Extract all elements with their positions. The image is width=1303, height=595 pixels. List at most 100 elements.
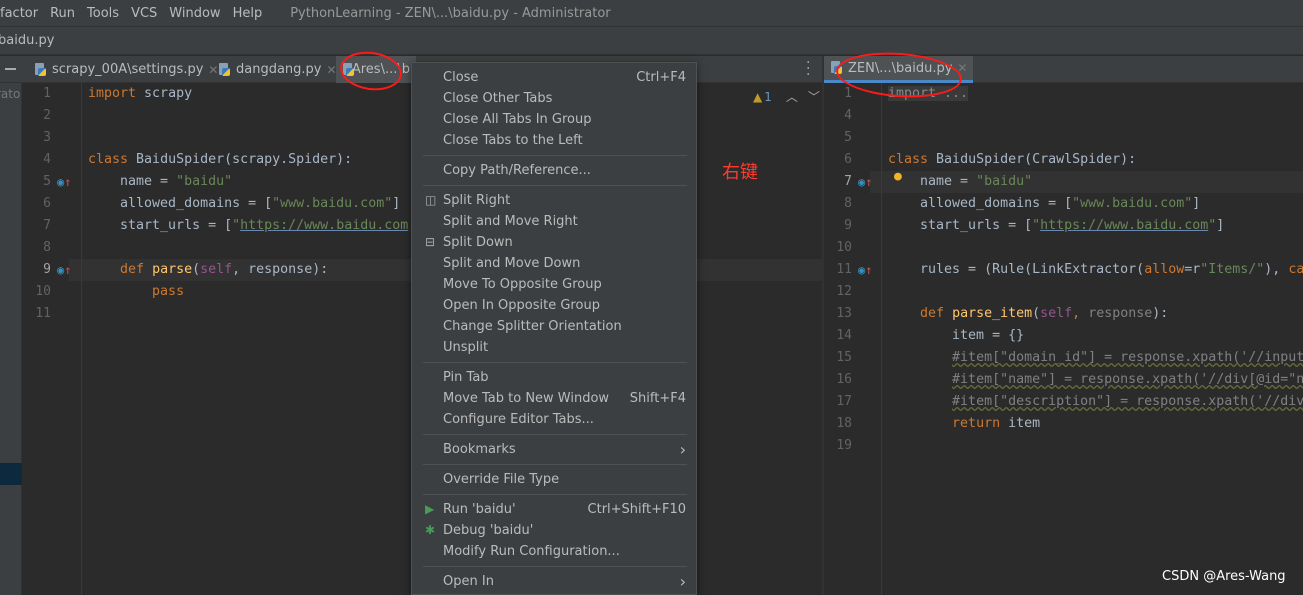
tab-label: scrapy_00A\settings.py <box>52 62 204 77</box>
code-line: rules = (Rule(LinkExtractor(allow=r"Item… <box>888 259 1303 281</box>
menu-item-label: Change Splitter Orientation <box>443 319 622 334</box>
menu-help[interactable]: Help <box>227 6 269 21</box>
menu-item-change-splitter-orientation[interactable]: Change Splitter Orientation <box>412 316 696 337</box>
menu-item-copy-path-reference[interactable]: Copy Path/Reference... <box>412 160 696 181</box>
menu-item-label: Split Down <box>443 235 513 250</box>
code-token: start_urls = [ <box>88 218 233 233</box>
code-token: return <box>952 416 1009 431</box>
split-down-icon: ⊟ <box>425 235 436 249</box>
code-token: "www.baidu.com" <box>1072 196 1193 211</box>
code-line: class BaiduSpider(CrawlSpider): <box>888 149 1136 171</box>
line-number: 18 <box>836 416 852 431</box>
previous-highlight-icon[interactable]: ︿ <box>786 88 798 105</box>
override-method-icon[interactable]: ◉↑ <box>57 175 71 189</box>
line-number: 2 <box>43 108 51 123</box>
tab-settings[interactable]: scrapy_00A\settings.py ✕ <box>28 56 224 83</box>
breadcrumb-file[interactable]: baidu.py <box>0 33 54 48</box>
menu-item-move-to-opposite-group[interactable]: Move To Opposite Group <box>412 274 696 295</box>
right-editor[interactable]: 1 import ... 4 5 6 class BaiduSpider(CrawlSpi… <box>824 83 1303 595</box>
menu-item-shortcut: Shift+F4 <box>629 391 686 406</box>
next-highlight-icon[interactable]: ﹀ <box>808 88 820 105</box>
line-number: 5 <box>844 130 852 145</box>
menu-item-unsplit[interactable]: Unsplit <box>412 337 696 358</box>
override-method-icon[interactable]: ◉↑ <box>858 175 872 189</box>
code-token: #item["domain_id"] = response.xpath('//i… <box>952 350 1303 365</box>
menu-separator <box>423 566 687 567</box>
code-token: "www.baidu.com" <box>272 196 393 211</box>
code-line: import scrapy <box>88 83 192 105</box>
annotation-text: 右键 <box>722 162 758 183</box>
menu-item-debug-baidu[interactable]: ✱ Debug 'baidu' <box>412 520 696 541</box>
menu-tools[interactable]: Tools <box>81 6 125 21</box>
override-method-icon[interactable]: ◉↑ <box>858 263 872 277</box>
menu-item-split-down[interactable]: ⊟ Split Down <box>412 232 696 253</box>
code-line: item = {} <box>888 325 1024 347</box>
menu-vcs[interactable]: VCS <box>125 6 163 21</box>
gutter-separator <box>81 83 82 595</box>
menu-item-bookmarks[interactable]: Bookmarks › <box>412 439 696 460</box>
menu-item-run-baidu[interactable]: ▶ Run 'baidu' Ctrl+Shift+F10 <box>412 499 696 520</box>
side-tool-strip: rato <box>0 83 22 595</box>
tab-dangdang[interactable]: dangdang.py ✕ <box>212 56 343 83</box>
line-number: 17 <box>836 394 852 409</box>
code-token: "Items/" <box>1200 262 1265 277</box>
code-token: =r <box>1184 262 1201 277</box>
code-token: ): <box>312 262 329 277</box>
code-line: #item["domain_id"] = response.xpath('//i… <box>888 347 1303 369</box>
code-token: , response <box>232 262 313 277</box>
menu-item-label: Open In Opposite Group <box>443 298 600 313</box>
more-options-icon[interactable]: · · · <box>806 56 812 82</box>
minimize-icon[interactable] <box>5 68 16 70</box>
override-method-icon[interactable]: ◉↑ <box>57 263 71 277</box>
warning-icon: ▲ <box>753 89 763 104</box>
menu-item-label: Open In <box>443 574 494 589</box>
line-number: 11 <box>35 306 51 321</box>
intention-bulb-icon[interactable]: ● <box>894 169 902 184</box>
line-number: 8 <box>43 240 51 255</box>
menu-item-close-other-tabs[interactable]: Close Other Tabs <box>412 88 696 109</box>
code-token: , <box>1072 306 1089 321</box>
code-token: ] <box>392 196 401 211</box>
menu-item-close-all-tabs-in-group[interactable]: Close All Tabs In Group <box>412 109 696 130</box>
code-token: def <box>920 306 953 321</box>
menu-item-override-file-type[interactable]: Override File Type <box>412 469 696 490</box>
menu-item-open-in-opposite-group[interactable]: Open In Opposite Group <box>412 295 696 316</box>
inspection-widget[interactable]: ▲ 1 ︿ ﹀ <box>753 88 820 105</box>
code-token: name = <box>88 174 177 189</box>
menu-item-open-in[interactable]: Open In › <box>412 571 696 592</box>
code-line: def parse(self, response): <box>88 259 328 281</box>
line-number: 12 <box>836 284 852 299</box>
code-token: parse_item <box>952 306 1033 321</box>
menu-run[interactable]: Run <box>44 6 81 21</box>
code-line: class BaiduSpider(scrapy.Spider): <box>88 149 352 171</box>
menu-item-split-and-move-right[interactable]: Split and Move Right <box>412 211 696 232</box>
menu-window[interactable]: Window <box>163 6 226 21</box>
code-line: return item <box>888 413 1040 435</box>
code-token: #item["name"] = response.xpath('//div[@i… <box>952 372 1303 387</box>
menu-item-label: Close Other Tabs <box>443 91 553 106</box>
code-token: allow <box>1144 262 1185 277</box>
menu-item-split-right[interactable]: ◫ Split Right <box>412 190 696 211</box>
menu-item-configure-editor-tabs[interactable]: Configure Editor Tabs... <box>412 409 696 430</box>
menu-item-modify-run-configuration[interactable]: Modify Run Configuration... <box>412 541 696 562</box>
code-token: def <box>120 262 153 277</box>
line-number: 6 <box>844 152 852 167</box>
line-number: 16 <box>836 372 852 387</box>
code-token: pass <box>152 284 185 299</box>
python-file-icon <box>218 62 231 77</box>
tab-label: dangdang.py <box>236 62 322 77</box>
code-line: allowed_domains = ["www.baidu.com"] <box>88 193 400 215</box>
menu-item-split-and-move-down[interactable]: Split and Move Down <box>412 253 696 274</box>
menu-item-close-tabs-to-the-left[interactable]: Close Tabs to the Left <box>412 130 696 151</box>
menu-item-pin-tab[interactable]: Pin Tab <box>412 367 696 388</box>
menu-item-label: Configure Editor Tabs... <box>443 412 594 427</box>
code-token: parse <box>152 262 193 277</box>
code-token: response <box>1088 306 1153 321</box>
menu-item-move-tab-to-new-window[interactable]: Move Tab to New Window Shift+F4 <box>412 388 696 409</box>
code-token: allowed_domains = [ <box>88 196 273 211</box>
code-token: start_urls = [ <box>888 218 1033 233</box>
menu-item-label: Copy Path/Reference... <box>443 163 591 178</box>
menu-refactor[interactable]: factor <box>0 6 44 21</box>
menu-item-close[interactable]: Close Ctrl+F4 <box>412 67 696 88</box>
